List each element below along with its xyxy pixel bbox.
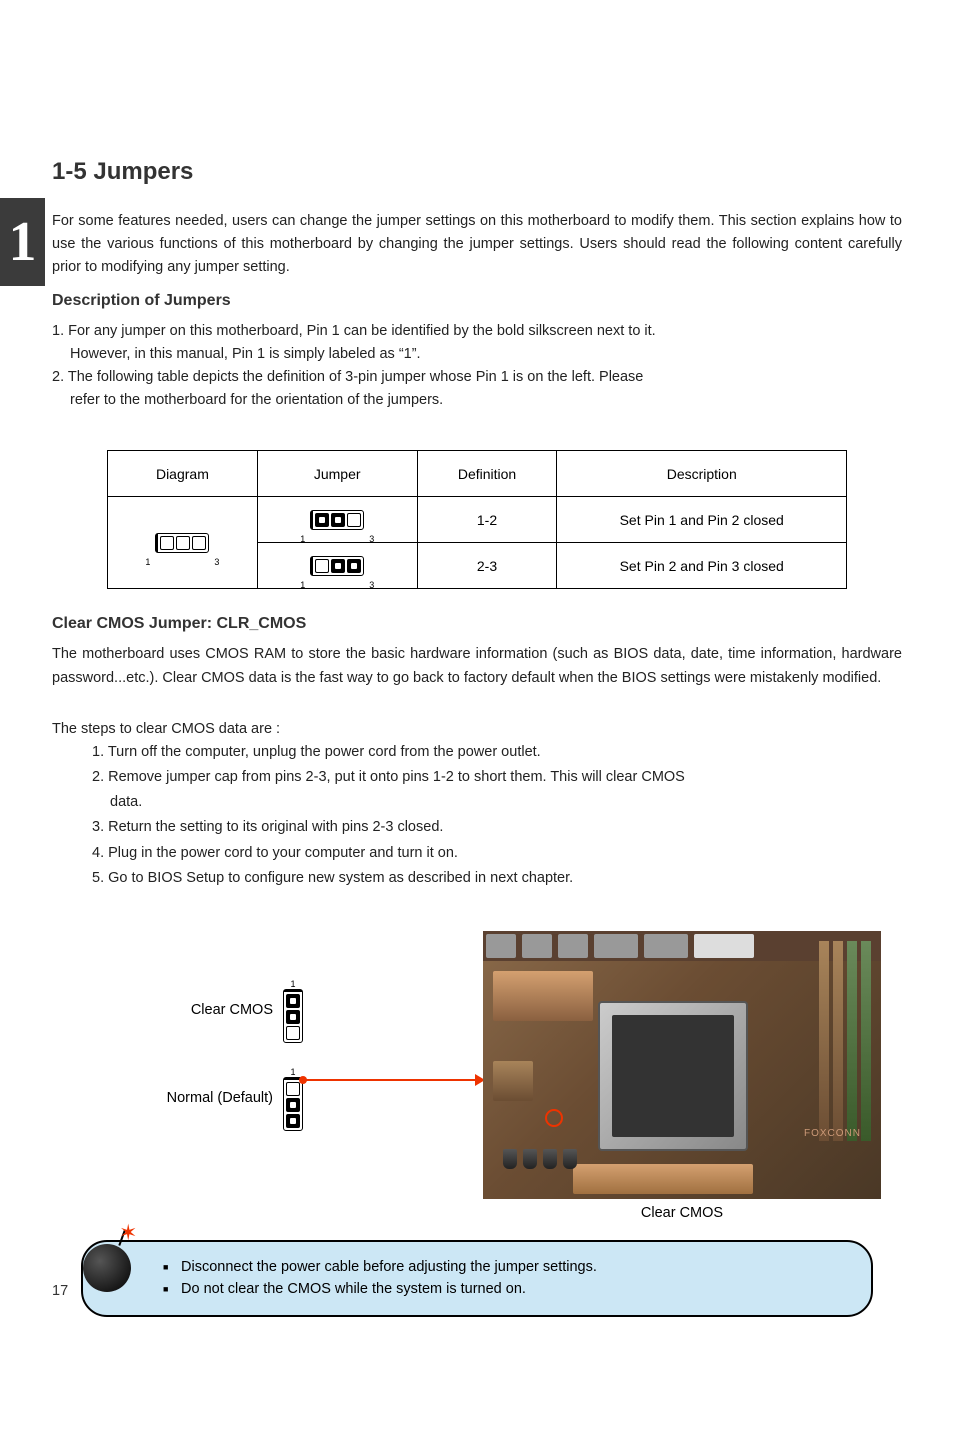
step-2: 2. Remove jumper cap from pins 2-3, put … — [52, 766, 902, 789]
bomb-warning-icon: ✶ — [77, 1222, 151, 1296]
label-clear-cmos: Clear CMOS — [191, 1002, 273, 1018]
brand-logo: FOXCONN — [804, 1128, 861, 1139]
step-2b: data. — [52, 791, 902, 814]
steps-intro: The steps to clear CMOS data are : — [52, 718, 902, 741]
pin-label-1: 1 — [300, 534, 305, 544]
td-desc-2-3: Set Pin 2 and Pin 3 closed — [557, 543, 847, 589]
td-desc-1-2: Set Pin 1 and Pin 2 closed — [557, 497, 847, 543]
label-normal-default: Normal (Default) — [167, 1090, 273, 1106]
desc-line-1: 1. For any jumper on this motherboard, P… — [52, 320, 902, 343]
vert-jumper-normal: 1 — [283, 1065, 303, 1131]
jumper-highlight-circle — [545, 1109, 563, 1127]
desc-line-2: 2. The following table depicts the defin… — [52, 366, 902, 389]
jumper-diagram-1-2: 1 3 — [310, 510, 364, 530]
th-jumper: Jumper — [257, 451, 417, 497]
warning-note-2: Do not clear the CMOS while the system i… — [163, 1278, 851, 1300]
warning-note-box: ✶ Disconnect the power cable before adju… — [81, 1240, 873, 1317]
pin-label-1: 1 — [300, 580, 305, 590]
step-3: 3. Return the setting to its original wi… — [52, 816, 902, 839]
motherboard-image: FOXCONN — [483, 931, 881, 1199]
step-5: 5. Go to BIOS Setup to configure new sys… — [52, 867, 902, 890]
step-4: 4. Plug in the power cord to your comput… — [52, 842, 902, 865]
pin-label-3: 3 — [369, 580, 374, 590]
th-description: Description — [557, 451, 847, 497]
td-def-1-2: 1-2 — [417, 497, 557, 543]
th-diagram: Diagram — [108, 451, 258, 497]
clear-cmos-paragraph: The motherboard uses CMOS RAM to store t… — [52, 643, 902, 689]
pin-1-label: 1 — [283, 979, 303, 989]
jumper-definition-table: Diagram Jumper Definition Description — [107, 450, 847, 589]
intro-paragraph: For some features needed, users can chan… — [52, 210, 902, 280]
td-def-2-3: 2-3 — [417, 543, 557, 589]
pin-label-1: 1 — [145, 557, 150, 567]
connector-dot — [299, 1076, 307, 1084]
section-heading: 1-5 Jumpers — [52, 158, 902, 186]
diagram-3pin-pin1left: 1 3 — [155, 533, 209, 553]
warning-note-1: Disconnect the power cable before adjust… — [163, 1256, 851, 1278]
connector-line — [303, 1079, 483, 1081]
chapter-tab: 1 — [0, 198, 45, 286]
pin-label-3: 3 — [214, 557, 219, 567]
desc-line-2b: refer to the motherboard for the orienta… — [52, 389, 902, 412]
page-number: 17 — [52, 1283, 68, 1299]
pin-1-label: 1 — [283, 1067, 303, 1077]
description-heading: Description of Jumpers — [52, 292, 902, 310]
figure-area: Clear CMOS 1 Normal (Default) 1 — [52, 920, 902, 1210]
clear-cmos-heading: Clear CMOS Jumper: CLR_CMOS — [52, 615, 902, 633]
jumper-diagram-2-3: 1 3 — [310, 556, 364, 576]
step-1: 1. Turn off the computer, unplug the pow… — [52, 741, 902, 764]
clear-cmos-figure-label: Clear CMOS — [622, 1205, 742, 1221]
desc-line-1b: However, in this manual, Pin 1 is simply… — [52, 343, 902, 366]
pin-label-3: 3 — [369, 534, 374, 544]
vert-jumper-clear: 1 — [283, 977, 303, 1043]
th-definition: Definition — [417, 451, 557, 497]
